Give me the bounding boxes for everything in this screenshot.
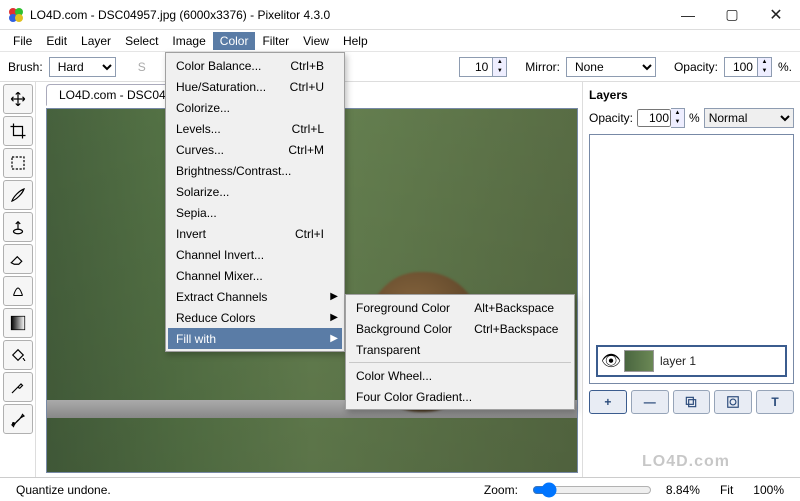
spinner-down-icon[interactable]: ▼	[758, 67, 771, 76]
mirror-select[interactable]: None	[566, 57, 656, 77]
size-spinner[interactable]: ▲▼	[459, 57, 507, 77]
menu-levels[interactable]: Levels...Ctrl+L	[168, 118, 342, 139]
submenu-arrow-icon: ▶	[330, 333, 338, 344]
opacity-input[interactable]	[724, 57, 758, 77]
pen-tool[interactable]	[3, 404, 33, 434]
menu-layer[interactable]: Layer	[74, 32, 118, 50]
menu-reduce-colors[interactable]: Reduce Colors▶	[168, 307, 342, 328]
maximize-button[interactable]: ▢	[710, 1, 754, 29]
spinner-up-icon[interactable]: ▲	[493, 58, 506, 67]
spinner-up-icon[interactable]: ▲	[758, 58, 771, 67]
layer-mask-button[interactable]	[714, 390, 752, 414]
layer-name[interactable]: layer 1	[654, 354, 696, 368]
menu-solarize[interactable]: Solarize...	[168, 181, 342, 202]
layer-opacity-spinner[interactable]: ▲▼	[637, 108, 685, 128]
zoom-value: 8.84%	[660, 483, 706, 497]
options-bar: Brush: Hard S ▲▼ Mirror: None Opacity: ▲…	[0, 52, 800, 82]
minimize-button[interactable]: —	[666, 1, 710, 29]
spinner-down-icon[interactable]: ▼	[493, 67, 506, 76]
duplicate-layer-button[interactable]	[673, 390, 711, 414]
menu-fill-with[interactable]: Fill with▶	[168, 328, 342, 349]
layer-row[interactable]: 👁 layer 1	[596, 345, 787, 377]
menu-fill-transparent[interactable]: Transparent	[348, 339, 572, 360]
submenu-arrow-icon: ▶	[330, 291, 338, 302]
bucket-tool[interactable]	[3, 340, 33, 370]
menu-brightness-contrast[interactable]: Brightness/Contrast...	[168, 160, 342, 181]
visibility-icon[interactable]: 👁	[598, 351, 624, 371]
menu-view[interactable]: View	[296, 32, 336, 50]
menu-curves[interactable]: Curves...Ctrl+M	[168, 139, 342, 160]
watermark: LO4D.com	[642, 453, 730, 471]
menu-select[interactable]: Select	[118, 32, 165, 50]
color-menu-dropdown: Color Balance...Ctrl+B Hue/Saturation...…	[165, 52, 345, 352]
menu-fill-color-wheel[interactable]: Color Wheel...	[348, 365, 572, 386]
menu-color[interactable]: Color	[213, 32, 256, 50]
submenu-arrow-icon: ▶	[330, 312, 338, 323]
menu-color-balance[interactable]: Color Balance...Ctrl+B	[168, 55, 342, 76]
crop-tool[interactable]	[3, 116, 33, 146]
brush-label: Brush:	[8, 60, 43, 74]
fit-label[interactable]: Fit	[714, 483, 739, 497]
status-message: Quantize undone.	[10, 483, 117, 497]
layer-opacity-label: Opacity:	[589, 111, 633, 125]
menu-sepia[interactable]: Sepia...	[168, 202, 342, 223]
menu-extract-channels[interactable]: Extract Channels▶	[168, 286, 342, 307]
menu-image[interactable]: Image	[165, 32, 212, 50]
smudge-tool[interactable]	[3, 276, 33, 306]
layer-thumbnail	[624, 350, 654, 372]
menu-fill-four-color-gradient[interactable]: Four Color Gradient...	[348, 386, 572, 407]
size-input[interactable]	[459, 57, 493, 77]
blend-mode-select[interactable]: Normal	[704, 108, 794, 128]
menu-colorize[interactable]: Colorize...	[168, 97, 342, 118]
menu-hue-saturation[interactable]: Hue/Saturation...Ctrl+U	[168, 76, 342, 97]
menu-invert[interactable]: InvertCtrl+I	[168, 223, 342, 244]
menu-file[interactable]: File	[6, 32, 39, 50]
menu-channel-invert[interactable]: Channel Invert...	[168, 244, 342, 265]
layers-panel: Layers Opacity: ▲▼ % Normal 👁 layer 1 + …	[582, 82, 800, 477]
layers-title: Layers	[589, 88, 794, 102]
fill-with-submenu: Foreground ColorAlt+Backspace Background…	[345, 294, 575, 410]
menu-help[interactable]: Help	[336, 32, 375, 50]
menu-fill-foreground[interactable]: Foreground ColorAlt+Backspace	[348, 297, 572, 318]
opacity-spinner[interactable]: ▲▼	[724, 57, 772, 77]
menu-filter[interactable]: Filter	[255, 32, 296, 50]
add-layer-button[interactable]: +	[589, 390, 627, 414]
opacity-suffix: %.	[778, 60, 792, 74]
menu-channel-mixer[interactable]: Channel Mixer...	[168, 265, 342, 286]
app-icon	[8, 7, 24, 23]
eraser-tool[interactable]	[3, 244, 33, 274]
layer-list[interactable]: 👁 layer 1	[589, 134, 794, 384]
move-tool[interactable]	[3, 84, 33, 114]
truncated-control: S	[138, 60, 146, 74]
window-title: LO4D.com - DSC04957.jpg (6000x3376) - Pi…	[30, 8, 666, 22]
close-button[interactable]: ✕	[754, 1, 798, 29]
layer-opacity-input[interactable]	[637, 109, 671, 127]
brush-tool[interactable]	[3, 180, 33, 210]
eyedropper-tool[interactable]	[3, 372, 33, 402]
workspace: LO4D.com - DSC0495 Layers Opacity: ▲▼ % …	[0, 82, 800, 477]
zoom-slider[interactable]	[532, 482, 652, 498]
brush-select[interactable]: Hard	[49, 57, 116, 77]
layer-opacity-suffix: %	[689, 111, 700, 125]
toolbox	[0, 82, 36, 477]
opacity-label: Opacity:	[674, 60, 718, 74]
zoom-label: Zoom:	[478, 483, 524, 497]
titlebar: LO4D.com - DSC04957.jpg (6000x3376) - Pi…	[0, 0, 800, 30]
fit-value[interactable]: 100%	[747, 483, 790, 497]
menubar: File Edit Layer Select Image Color Filte…	[0, 30, 800, 52]
statusbar: Quantize undone. Zoom: 8.84% Fit 100%	[0, 477, 800, 501]
menu-edit[interactable]: Edit	[39, 32, 74, 50]
gradient-tool[interactable]	[3, 308, 33, 338]
delete-layer-button[interactable]: —	[631, 390, 669, 414]
menu-fill-background[interactable]: Background ColorCtrl+Backspace	[348, 318, 572, 339]
text-layer-button[interactable]: T	[756, 390, 794, 414]
selection-tool[interactable]	[3, 148, 33, 178]
clone-tool[interactable]	[3, 212, 33, 242]
mirror-label: Mirror:	[525, 60, 560, 74]
spinner-up-icon[interactable]: ▲	[671, 109, 684, 118]
spinner-down-icon[interactable]: ▼	[671, 118, 684, 127]
